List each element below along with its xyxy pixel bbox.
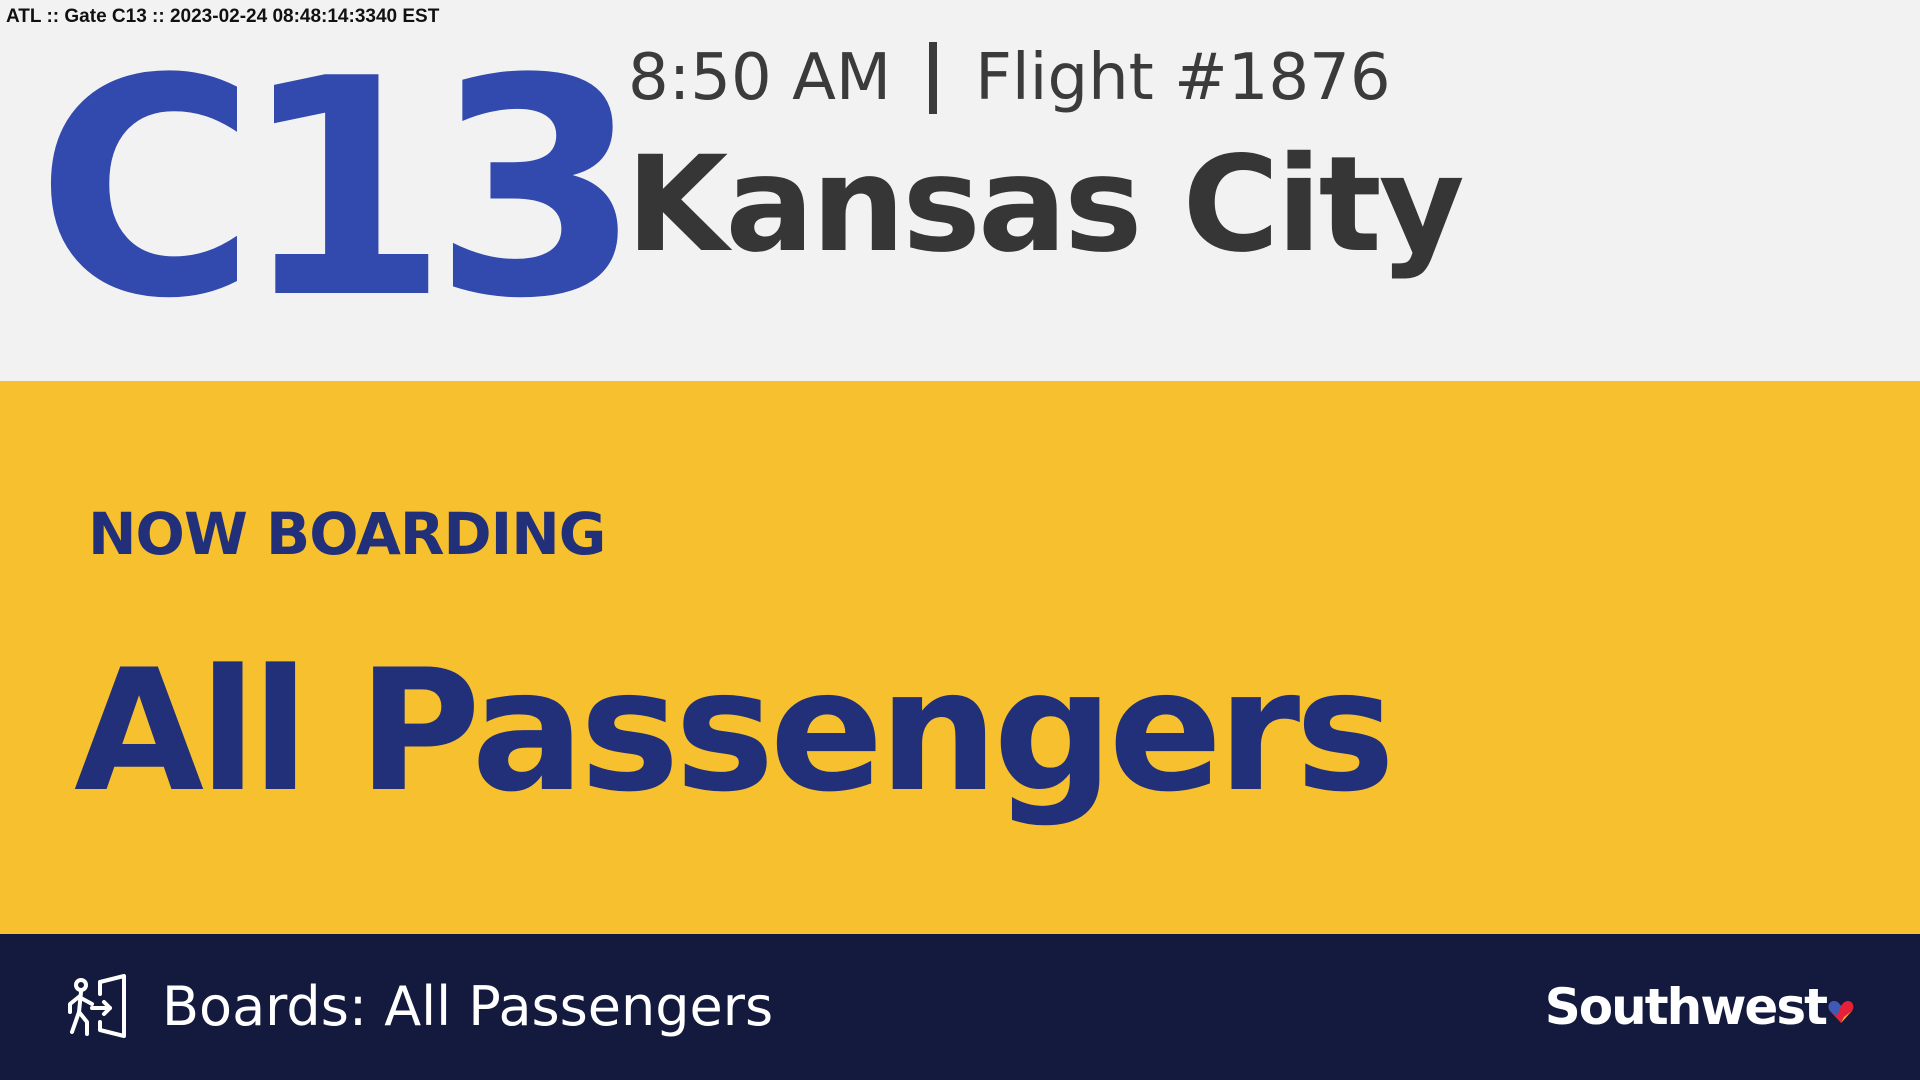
- boarding-passenger-icon: [68, 974, 126, 1038]
- flight-number: Flight #1876: [975, 41, 1391, 115]
- southwest-heart-icon: [1828, 1001, 1854, 1023]
- boarding-group-label: All Passengers: [74, 633, 1395, 829]
- gate-display-screen: C13 8:50 AM Flight #1876 Kansas City ATL…: [0, 0, 1920, 1080]
- boards-info-text: Boards: All Passengers: [162, 975, 774, 1038]
- system-status-line: ATL :: Gate C13 :: 2023-02-24 08:48:14:3…: [6, 6, 440, 27]
- gate-number: C13: [36, 15, 642, 364]
- gate-header: C13 8:50 AM Flight #1876 Kansas City: [0, 0, 1920, 381]
- southwest-logo: Southwest: [1545, 974, 1854, 1040]
- destination-city: Kansas City: [626, 128, 1465, 282]
- boarding-status-label: NOW BOARDING: [88, 500, 606, 568]
- flight-info-line: 8:50 AM Flight #1876: [628, 38, 1391, 118]
- departure-time: 8:50 AM: [628, 41, 892, 115]
- footer-bar: Boards: All Passengers Southwest: [0, 934, 1920, 1080]
- boarding-status-panel: NOW BOARDING All Passengers: [0, 381, 1920, 934]
- brand-wordmark: Southwest: [1544, 978, 1828, 1036]
- divider: [929, 42, 938, 114]
